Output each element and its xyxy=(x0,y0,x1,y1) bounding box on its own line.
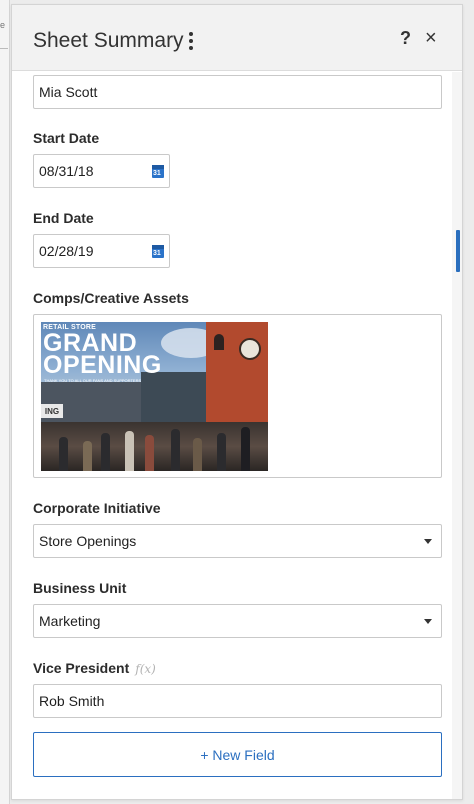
formula-icon: f(x) xyxy=(135,662,156,676)
end-date-value: 02/28/19 xyxy=(39,243,94,259)
clock-icon xyxy=(239,338,261,360)
vice-president-field[interactable]: Rob Smith xyxy=(33,684,442,718)
sheet-summary-panel: Sheet Summary ? × Mia Scott Start Date 0… xyxy=(11,4,463,800)
vice-president-label: Vice President f(x) xyxy=(33,660,156,676)
scrollbar[interactable] xyxy=(452,72,462,799)
end-date-field[interactable]: 02/28/19 31 xyxy=(33,234,170,268)
owner-value: Mia Scott xyxy=(39,84,98,100)
new-field-button[interactable]: + New Field xyxy=(33,732,442,777)
start-date-label: Start Date xyxy=(33,130,100,146)
business-unit-label: Business Unit xyxy=(33,580,127,596)
start-date-value: 08/31/18 xyxy=(39,163,94,179)
panel-title: Sheet Summary xyxy=(33,29,184,52)
business-unit-select[interactable]: Marketing xyxy=(33,604,442,638)
start-date-field[interactable]: 08/31/18 31 xyxy=(33,154,170,188)
corporate-initiative-select[interactable]: Store Openings xyxy=(33,524,442,558)
background-sheet-glyph: e xyxy=(0,20,6,30)
calendar-icon[interactable]: 31 xyxy=(152,244,164,258)
assets-label: Comps/Creative Assets xyxy=(33,290,189,306)
image-banner-text: ING xyxy=(41,404,63,418)
dropdown-arrow-icon[interactable] xyxy=(424,538,432,544)
background-sheet-line xyxy=(0,48,8,49)
image-headline-2: OPENING xyxy=(43,351,162,379)
background-sheet-edge: e xyxy=(0,0,10,804)
owner-field[interactable]: Mia Scott xyxy=(33,75,442,109)
panel-header: Sheet Summary ? × xyxy=(12,5,462,71)
image-subtext: THANK YOU TO ALL OUR FANS AND SUPPORTERS xyxy=(44,378,142,383)
corporate-initiative-value: Store Openings xyxy=(39,533,137,549)
grand-opening-image[interactable]: ING RETAIL STORE GRAND OPENING THANK YOU… xyxy=(41,322,268,471)
dropdown-arrow-icon[interactable] xyxy=(424,618,432,624)
kebab-menu-icon[interactable] xyxy=(188,32,194,50)
help-icon[interactable]: ? xyxy=(400,28,411,49)
calendar-icon[interactable]: 31 xyxy=(152,164,164,178)
business-unit-value: Marketing xyxy=(39,613,101,629)
vice-president-label-text: Vice President xyxy=(33,660,130,676)
corporate-initiative-label: Corporate Initiative xyxy=(33,500,161,516)
scrollbar-thumb[interactable] xyxy=(456,230,460,272)
close-icon[interactable]: × xyxy=(425,27,437,50)
assets-attachment-box[interactable]: ING RETAIL STORE GRAND OPENING THANK YOU… xyxy=(33,314,442,478)
vice-president-value: Rob Smith xyxy=(39,693,105,709)
end-date-label: End Date xyxy=(33,210,94,226)
